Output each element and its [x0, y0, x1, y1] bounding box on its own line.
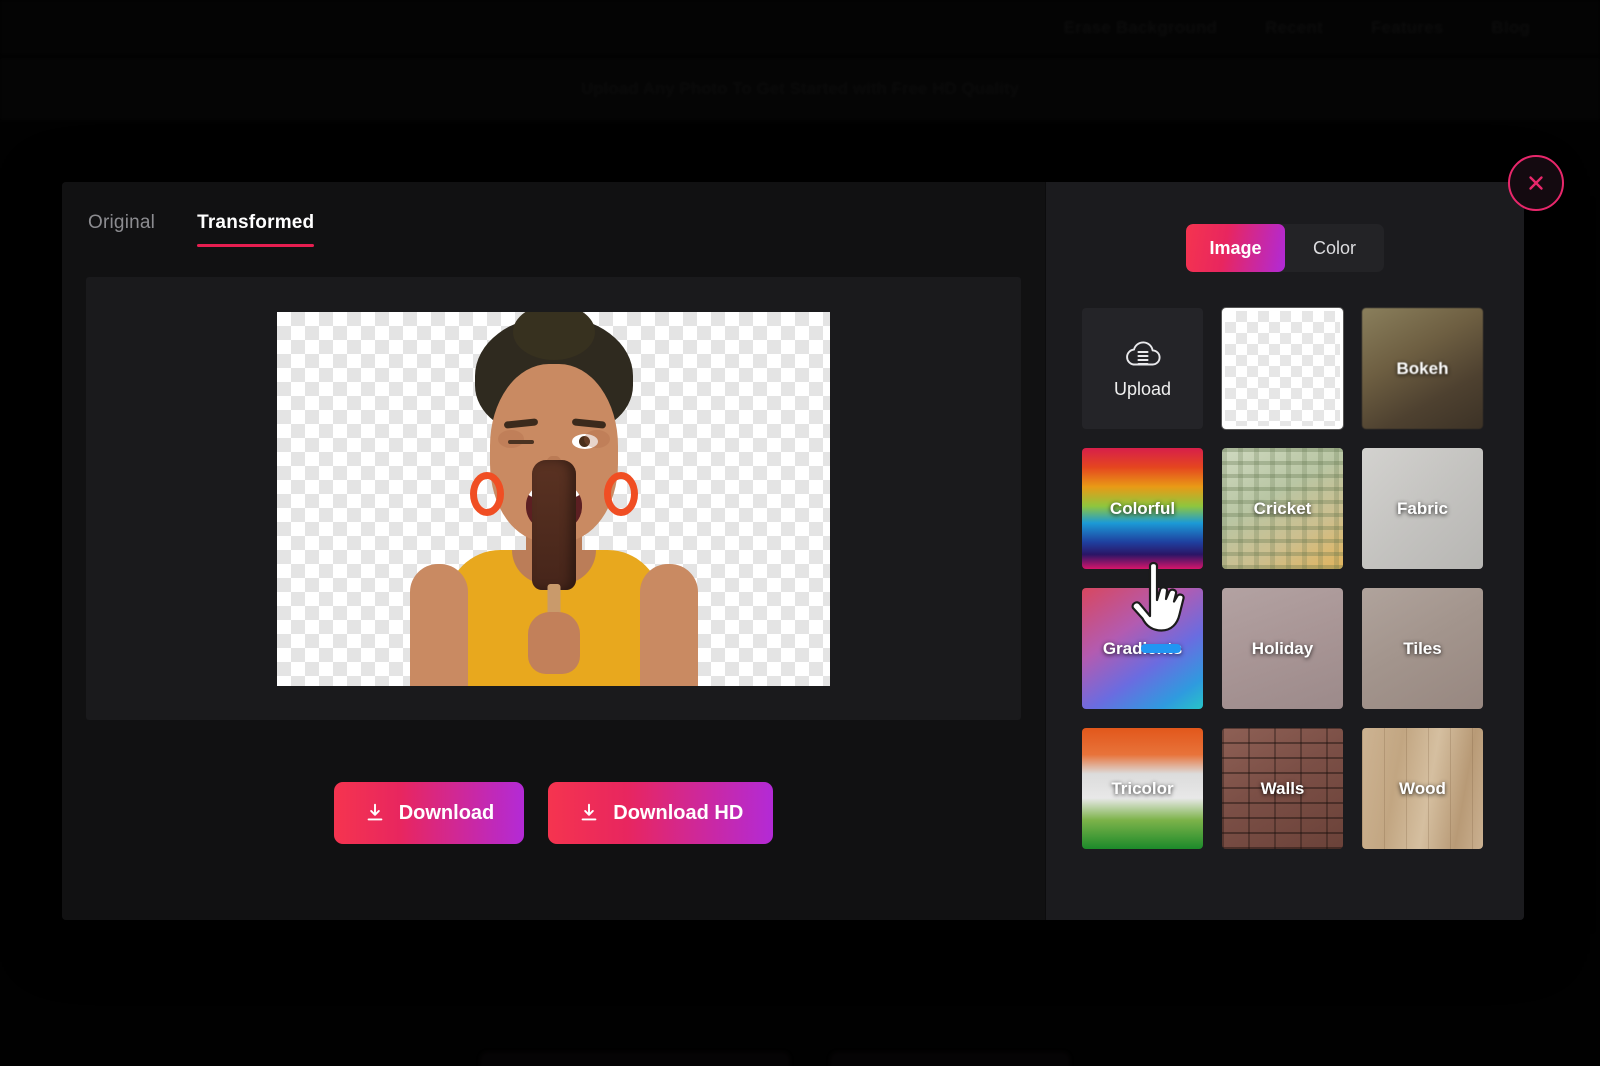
download-button[interactable]: Download	[333, 782, 525, 844]
tab-image[interactable]: Image	[1186, 224, 1285, 272]
download-button-label: Download	[398, 801, 495, 824]
close-icon	[1529, 176, 1543, 190]
download-icon	[581, 803, 597, 821]
eyebrow-left	[503, 417, 538, 429]
tab-original[interactable]: Original	[88, 212, 155, 247]
earring-left	[469, 471, 504, 516]
swatch-tricolor-label: Tricolor	[1111, 778, 1174, 798]
background-picker-modal: Original Transformed Download Download H…	[62, 182, 1524, 920]
close-modal-button[interactable]	[1508, 155, 1564, 211]
person-illustration	[404, 311, 704, 686]
background-type-toggle: Image Color	[1186, 224, 1384, 272]
swatch-cricket-label: Cricket	[1253, 498, 1312, 518]
swatch-tiles[interactable]: Tiles	[1362, 588, 1483, 709]
background-sidebar: Image Color Upload Bokeh Colorful Cricke…	[1045, 182, 1524, 920]
swatch-colorful[interactable]: Colorful	[1082, 448, 1203, 569]
swatch-gradients[interactable]: Gradients	[1082, 588, 1203, 709]
eye-winking	[507, 439, 534, 444]
swatch-fabric-label: Fabric	[1396, 498, 1449, 518]
swatch-tricolor[interactable]: Tricolor	[1082, 728, 1203, 849]
swatch-cricket[interactable]: Cricket	[1222, 448, 1343, 569]
download-icon	[367, 803, 383, 821]
swatch-bokeh[interactable]: Bokeh	[1362, 308, 1483, 429]
eyebrow-right	[571, 417, 606, 429]
tab-transformed[interactable]: Transformed	[197, 212, 315, 247]
swatch-gradients-label: Gradients	[1102, 638, 1183, 658]
eye-open	[571, 433, 598, 449]
transformed-image	[277, 311, 830, 686]
background-swatch-grid: Upload Bokeh Colorful Cricket Fabric Gra…	[1082, 308, 1488, 849]
swatch-holiday-label: Holiday	[1251, 638, 1314, 658]
swatch-tiles-label: Tiles	[1403, 638, 1442, 658]
hand	[527, 611, 580, 674]
download-actions: Download Download HD	[62, 782, 1045, 844]
swatch-walls-label: Walls	[1260, 778, 1305, 798]
tab-color[interactable]: Color	[1285, 224, 1384, 272]
download-hd-button-label: Download HD	[613, 801, 744, 824]
swatch-transparent[interactable]	[1222, 308, 1343, 429]
swatch-bokeh-label: Bokeh	[1396, 358, 1449, 378]
swatch-wood[interactable]: Wood	[1362, 728, 1483, 849]
swatch-upload[interactable]: Upload	[1082, 308, 1203, 429]
popsicle	[531, 459, 576, 590]
modal-left-pane: Original Transformed Download Download H…	[62, 182, 1045, 920]
swatch-colorful-label: Colorful	[1109, 498, 1176, 518]
download-hd-button[interactable]: Download HD	[548, 782, 774, 844]
swatch-holiday[interactable]: Holiday	[1222, 588, 1343, 709]
swatch-upload-label: Upload	[1113, 378, 1172, 399]
earring-right	[603, 471, 638, 516]
preview-tabs: Original Transformed	[62, 182, 1045, 247]
shoulder-left	[409, 563, 468, 686]
swatch-walls[interactable]: Walls	[1222, 728, 1343, 849]
cloud-upload-icon	[1125, 340, 1160, 365]
swatch-fabric[interactable]: Fabric	[1362, 448, 1483, 569]
preview-canvas[interactable]	[86, 277, 1021, 720]
shoulder-right	[639, 563, 698, 686]
swatch-wood-label: Wood	[1399, 778, 1446, 798]
